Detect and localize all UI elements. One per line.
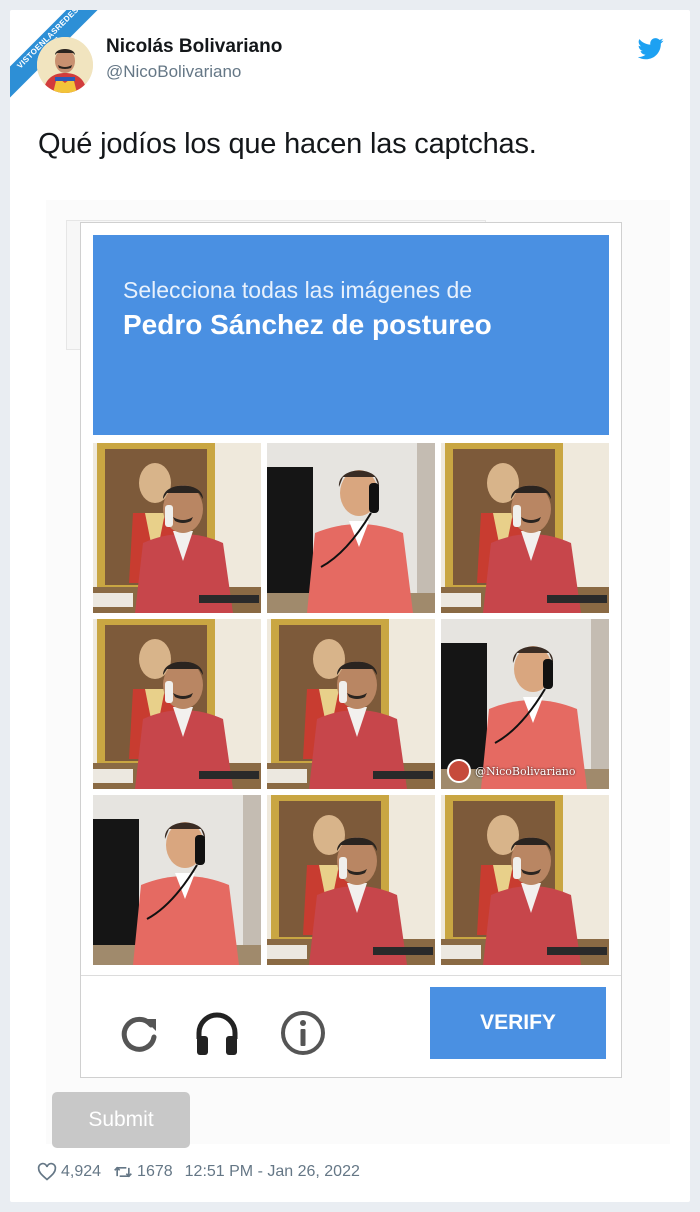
captcha-widget: Selecciona todas las imágenes de Pedro S…: [80, 222, 622, 1078]
retweet-icon: [114, 1166, 132, 1178]
heart-icon: [37, 1162, 57, 1181]
like-action[interactable]: 4,924: [37, 1162, 101, 1182]
avatar[interactable]: [37, 37, 93, 93]
tweet-meta: 4,924 1678 12:51 PM - Jan 26, 2022: [37, 1162, 360, 1182]
like-count: 4,924: [61, 1163, 102, 1180]
info-icon[interactable]: [279, 1009, 327, 1057]
tweet-image[interactable]: Selecciona todas las imágenes de Pedro S…: [46, 200, 670, 1148]
captcha-tile[interactable]: [267, 619, 435, 789]
user-handle[interactable]: @NicoBolivariano: [106, 62, 241, 82]
watermark-text: @NicoBolivariano: [475, 764, 576, 778]
captcha-tile[interactable]: [93, 443, 261, 613]
user-name[interactable]: Nicolás Bolivariano: [106, 36, 282, 58]
captcha-tile[interactable]: [267, 443, 435, 613]
retweet-action[interactable]: 1678: [113, 1162, 173, 1182]
captcha-tile[interactable]: [93, 795, 261, 965]
tweet-text: Qué jodíos los que hacen las captchas.: [38, 128, 537, 160]
watermark-avatar-icon: [447, 759, 471, 783]
headphones-icon[interactable]: [193, 1009, 241, 1057]
captcha-tile[interactable]: [267, 795, 435, 965]
captcha-tile[interactable]: [93, 619, 261, 789]
submit-button[interactable]: Submit: [52, 1092, 190, 1148]
reload-icon[interactable]: [115, 1009, 163, 1057]
retweet-count: 1678: [137, 1163, 173, 1180]
twitter-bird-icon[interactable]: [638, 38, 664, 60]
captcha-tile[interactable]: [441, 795, 609, 965]
captcha-header: Selecciona todas las imágenes de Pedro S…: [93, 235, 609, 435]
captcha-divider: [81, 975, 621, 976]
tweet-timestamp[interactable]: 12:51 PM - Jan 26, 2022: [185, 1163, 360, 1181]
captcha-tile[interactable]: @NicoBolivariano: [441, 619, 609, 789]
captcha-tile[interactable]: [441, 443, 609, 613]
verify-button[interactable]: VERIFY: [430, 987, 606, 1059]
captcha-target: Pedro Sánchez de postureo: [123, 309, 492, 340]
tweet-card: VISTOENLASREDES .com Nicolás Bolivariano…: [10, 10, 690, 1202]
image-watermark: @NicoBolivariano: [447, 759, 575, 783]
captcha-instruction: Selecciona todas las imágenes de: [123, 277, 473, 303]
captcha-image-grid: @NicoBolivariano: [93, 443, 609, 965]
